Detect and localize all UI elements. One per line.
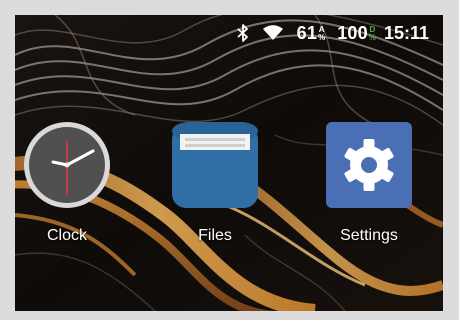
clock-time: 15:11	[383, 22, 429, 43]
app-clock[interactable]: Clock	[15, 121, 122, 245]
app-settings[interactable]: Settings	[314, 121, 424, 245]
app-label-settings[interactable]: Settings	[340, 227, 398, 245]
app-files[interactable]: Files	[160, 121, 270, 245]
battery-value: 100	[337, 22, 368, 43]
files-icon[interactable]	[171, 121, 259, 209]
app-label-files[interactable]: Files	[198, 227, 232, 245]
battery-indicator: 100 D %	[337, 23, 376, 44]
signal-indicator: 61 A %	[297, 23, 326, 44]
wifi-icon	[262, 25, 283, 41]
app-label-clock[interactable]: Clock	[47, 227, 87, 245]
signal-unit: A %	[318, 25, 326, 42]
status-bar: 61 A % 100 D % 15:11	[237, 21, 429, 45]
clock-icon[interactable]	[23, 121, 111, 209]
settings-icon[interactable]	[325, 121, 413, 209]
bluetooth-icon	[237, 24, 249, 42]
device-frame: 61 A % 100 D % 15:11 Clock Files Setting…	[0, 0, 459, 320]
battery-unit: D %	[368, 25, 376, 42]
signal-value: 61	[296, 22, 318, 43]
home-screen: 61 A % 100 D % 15:11 Clock Files Setting…	[15, 15, 443, 311]
